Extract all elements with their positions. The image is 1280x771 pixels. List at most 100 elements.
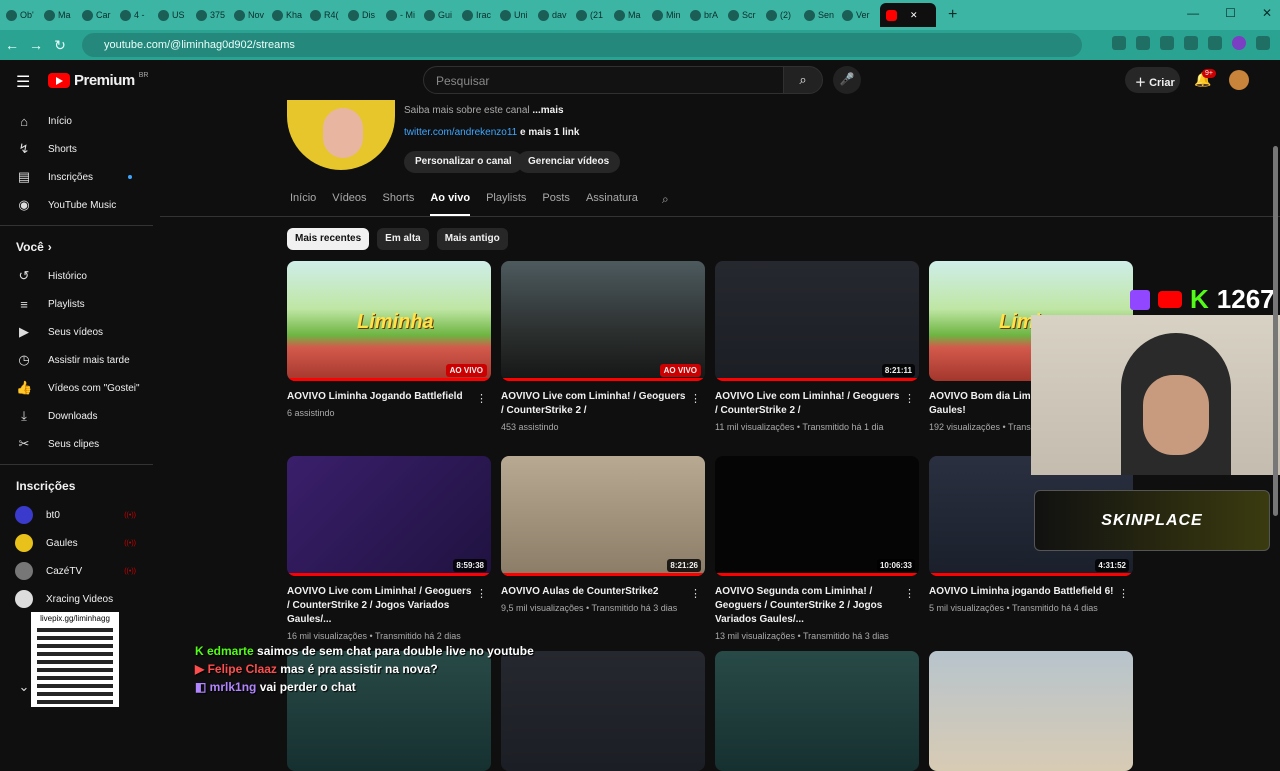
- browser-tab[interactable]: Min: [652, 3, 688, 27]
- tab-posts[interactable]: Posts: [542, 192, 570, 216]
- more-links[interactable]: e mais 1 link: [520, 127, 579, 138]
- video-thumbnail[interactable]: [715, 651, 919, 771]
- extension-icon[interactable]: [1160, 36, 1174, 50]
- tab-shorts[interactable]: Shorts: [383, 192, 415, 216]
- extension-icon[interactable]: [1184, 36, 1198, 50]
- browser-tab[interactable]: Gui: [424, 3, 460, 27]
- browser-tab[interactable]: brA: [690, 3, 726, 27]
- channel-avatar[interactable]: [287, 100, 395, 170]
- video-title[interactable]: AOVIVO Liminha Jogando Battlefield: [287, 390, 472, 404]
- twitter-link[interactable]: twitter.com/andrekenzo11: [404, 127, 517, 138]
- sidebar-you-header[interactable]: Você ›: [0, 232, 153, 262]
- browser-tab[interactable]: Ma: [614, 3, 650, 27]
- channel-link[interactable]: twitter.com/andrekenzo11 e mais 1 link: [404, 127, 579, 138]
- browser-tab[interactable]: Ma: [44, 3, 80, 27]
- extension-icon[interactable]: [1208, 36, 1222, 50]
- menu-icon[interactable]: [1256, 36, 1270, 50]
- browser-tab[interactable]: Kha: [272, 3, 308, 27]
- close-window-icon[interactable]: ✕: [1262, 6, 1272, 20]
- subscription-item[interactable]: bt0 ((•)): [0, 501, 153, 529]
- sidebar-item-inscrições[interactable]: ▤ Inscrições: [0, 163, 153, 191]
- subscription-item[interactable]: Xracing Videos: [0, 585, 153, 613]
- sidebar-item-you[interactable]: 👍 Vídeos com "Gostei": [0, 374, 153, 402]
- video-thumbnail[interactable]: [929, 651, 1133, 771]
- video-title[interactable]: AOVIVO Live com Liminha! / Geoguers / Co…: [501, 390, 686, 418]
- browser-tab[interactable]: (21: [576, 3, 612, 27]
- browser-tab[interactable]: Sen: [804, 3, 840, 27]
- browser-tab[interactable]: 4 -: [120, 3, 156, 27]
- forward-icon[interactable]: →: [24, 37, 48, 53]
- youtube-logo[interactable]: Premium BR: [48, 72, 148, 89]
- video-card[interactable]: Liminha AO VIVO AOVIVO Liminha Jogando Bat…: [287, 261, 491, 418]
- tab-vídeos[interactable]: Vídeos: [332, 192, 366, 216]
- video-card[interactable]: AO VIVO AOVIVO Live com Liminha! / Geogue…: [501, 261, 705, 432]
- scrollbar-thumb[interactable]: [1273, 146, 1278, 516]
- address-bar[interactable]: youtube.com/@liminhag0d902/streams: [82, 33, 1082, 57]
- voice-search-button[interactable]: 🎤: [833, 66, 861, 94]
- browser-tab[interactable]: Dis: [348, 3, 384, 27]
- browser-tab[interactable]: Uni: [500, 3, 536, 27]
- sidebar-item-you[interactable]: ↺ Histórico: [0, 262, 153, 290]
- browser-tab[interactable]: US: [158, 3, 194, 27]
- video-title[interactable]: AOVIVO Liminha jogando Battlefield 6!: [929, 585, 1114, 599]
- channel-search-icon[interactable]: ⌕: [662, 192, 669, 207]
- browser-tab[interactable]: Irac: [462, 3, 498, 27]
- more-options-icon[interactable]: ⋮: [476, 587, 487, 600]
- more-options-icon[interactable]: ⋮: [476, 392, 487, 405]
- video-title[interactable]: AOVIVO Aulas de CounterStrike2: [501, 585, 686, 599]
- filter-chip[interactable]: Em alta: [377, 228, 429, 250]
- video-title[interactable]: AOVIVO Live com Liminha! / Geoguers / Co…: [287, 585, 472, 627]
- video-thumbnail[interactable]: AO VIVO: [501, 261, 705, 381]
- customize-channel-button[interactable]: Personalizar o canal: [404, 151, 523, 173]
- create-button[interactable]: ＋ Criar: [1125, 67, 1180, 93]
- video-card[interactable]: 8:21:26 AOVIVO Aulas de CounterStrike2 9,5…: [501, 456, 705, 613]
- video-thumbnail[interactable]: 8:59:38: [287, 456, 491, 576]
- sidebar-item-shorts[interactable]: ↯ Shorts: [0, 135, 153, 163]
- sidebar-item-you[interactable]: ▶ Seus vídeos: [0, 318, 153, 346]
- tab-playlists[interactable]: Playlists: [486, 192, 526, 216]
- tab-início[interactable]: Início: [290, 192, 316, 216]
- video-thumbnail[interactable]: 8:21:11: [715, 261, 919, 381]
- hamburger-menu-icon[interactable]: ☰: [16, 72, 30, 92]
- maximize-icon[interactable]: ☐: [1225, 6, 1236, 20]
- browser-tab[interactable]: Ver: [842, 3, 878, 27]
- new-tab-button[interactable]: +: [948, 6, 957, 24]
- back-icon[interactable]: ←: [0, 37, 24, 53]
- search-button[interactable]: ⌕: [783, 66, 823, 94]
- extension-icon[interactable]: [1112, 36, 1126, 50]
- subscription-item[interactable]: CazéTV ((•)): [0, 557, 153, 585]
- video-title[interactable]: AOVIVO Live com Liminha! / Geoguers / Co…: [715, 390, 900, 418]
- avatar[interactable]: [1229, 70, 1249, 90]
- browser-tab[interactable]: R4(: [310, 3, 346, 27]
- more-options-icon[interactable]: ⋮: [904, 587, 915, 600]
- video-card[interactable]: 10:06:33 AOVIVO Segunda com Liminha! / Ge…: [715, 456, 919, 641]
- channel-about[interactable]: Saiba mais sobre este canal ...mais: [404, 105, 564, 116]
- browser-tab[interactable]: (2): [766, 3, 802, 27]
- about-more-link[interactable]: ...mais: [532, 105, 563, 116]
- scrollbar[interactable]: [1270, 60, 1280, 720]
- more-options-icon[interactable]: ⋮: [1118, 587, 1129, 600]
- more-options-icon[interactable]: ⋮: [690, 587, 701, 600]
- browser-tab[interactable]: Ob': [6, 3, 42, 27]
- search-input[interactable]: Pesquisar: [423, 66, 785, 94]
- sidebar-item-you[interactable]: ✂ Seus clipes: [0, 430, 153, 458]
- reload-icon[interactable]: ↻: [48, 37, 72, 54]
- tab-ao-vivo[interactable]: Ao vivo: [430, 192, 471, 216]
- sidebar-item-you[interactable]: ◷ Assistir mais tarde: [0, 346, 153, 374]
- subscription-item[interactable]: Gaules ((•)): [0, 529, 153, 557]
- minimize-icon[interactable]: —: [1187, 6, 1199, 20]
- sidebar-item-you[interactable]: ≡ Playlists: [0, 290, 153, 318]
- browser-tab[interactable]: 375: [196, 3, 232, 27]
- filter-chip[interactable]: Mais recentes: [287, 228, 370, 250]
- video-card[interactable]: 8:21:11 AOVIVO Live com Liminha! / Geogue…: [715, 261, 919, 432]
- close-tab-icon[interactable]: ✕: [910, 10, 918, 21]
- manage-videos-button[interactable]: Gerenciar vídeos: [517, 151, 621, 173]
- video-thumbnail[interactable]: Liminha AO VIVO: [287, 261, 491, 381]
- browser-tab[interactable]: Car: [82, 3, 118, 27]
- sidebar-item-início[interactable]: ⌂ Início: [0, 107, 153, 135]
- video-thumbnail[interactable]: 10:06:33: [715, 456, 919, 576]
- video-thumbnail[interactable]: 8:21:26: [501, 456, 705, 576]
- tab-assinatura[interactable]: Assinatura: [586, 192, 638, 216]
- sidebar-item-you[interactable]: ⤓ Downloads: [0, 402, 153, 430]
- video-card[interactable]: [929, 651, 1133, 771]
